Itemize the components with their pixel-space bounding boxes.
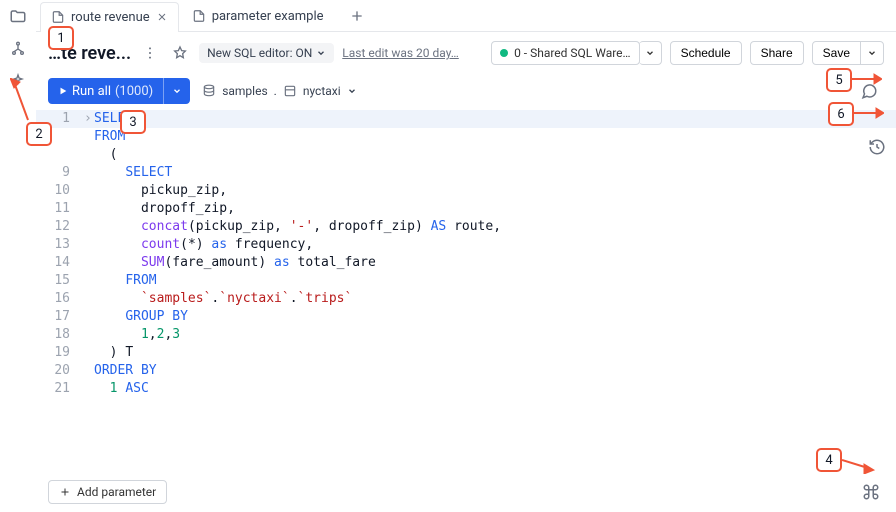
code-line[interactable]: 9 SELECT (36, 164, 896, 182)
line-number: 9 (36, 164, 80, 182)
code-line[interactable]: FROM (36, 128, 896, 146)
code-content: 1,2,3 (80, 326, 180, 344)
bottom-bar: Add parameter (36, 472, 896, 512)
run-label: Run all (72, 84, 111, 99)
code-content: concat(pickup_zip, '-', dropoff_zip) AS … (80, 218, 501, 236)
sparkle-icon[interactable] (9, 72, 27, 90)
toolbar: Run all (1000) samples . nyctaxi (36, 74, 896, 108)
code-line[interactable]: 12 concat(pickup_zip, '-', dropoff_zip) … (36, 218, 896, 236)
line-number: 16 (36, 290, 80, 308)
code-line[interactable]: 10 pickup_zip, (36, 182, 896, 200)
code-content: ›SELECT (80, 110, 141, 128)
structure-icon[interactable] (9, 40, 27, 58)
tab-strip: route revenue parameter example (36, 0, 896, 32)
code-content: FROM (80, 272, 157, 290)
run-all-button[interactable]: Run all (1000) (48, 78, 190, 104)
save-button[interactable]: Save (812, 41, 861, 65)
status-dot-icon (500, 49, 508, 57)
schema-db: samples (222, 84, 267, 98)
code-content: SELECT (80, 164, 172, 182)
star-icon[interactable] (169, 42, 191, 64)
more-menu-icon[interactable] (139, 42, 161, 64)
fold-icon[interactable]: › (84, 110, 94, 128)
code-line[interactable]: 15 FROM (36, 272, 896, 290)
database-icon (202, 84, 216, 98)
line-number: 10 (36, 182, 80, 200)
line-number: 14 (36, 254, 80, 272)
code-content: count(*) as frequency, (80, 236, 313, 254)
code-content: SUM(fare_amount) as total_fare (80, 254, 376, 272)
line-number: 20 (36, 362, 80, 380)
left-rail (0, 0, 36, 512)
code-content: `samples`.`nyctaxi`.`trips` (80, 290, 352, 308)
line-number: 18 (36, 326, 80, 344)
document-icon (51, 10, 65, 24)
code-editor[interactable]: 1›SELECT FROM (9 SELECT10 pickup_zip,11 … (36, 108, 896, 512)
add-parameter-label: Add parameter (77, 485, 156, 499)
schema-separator: . (274, 84, 277, 98)
share-button[interactable]: Share (750, 41, 804, 65)
code-content: pickup_zip, (80, 182, 227, 200)
code-line[interactable]: 1›SELECT (36, 110, 896, 128)
tab-route-revenue[interactable]: route revenue (40, 2, 179, 32)
code-line[interactable]: 21 1 ASC (36, 380, 896, 398)
code-line[interactable]: 13 count(*) as frequency, (36, 236, 896, 254)
schema-table: nyctaxi (303, 84, 341, 98)
add-tab-button[interactable] (343, 2, 371, 30)
run-count: (1000) (115, 84, 153, 99)
code-content: ORDER BY (80, 362, 157, 380)
code-line[interactable]: 18 1,2,3 (36, 326, 896, 344)
main-area: route revenue parameter example …te reve… (36, 0, 896, 512)
code-content: 1 ASC (80, 380, 149, 398)
editor-toggle-label: New SQL editor: ON (207, 46, 312, 60)
code-content: ( (80, 146, 117, 164)
schedule-button[interactable]: Schedule (670, 41, 742, 65)
history-icon[interactable] (866, 136, 888, 158)
line-number: 21 (36, 380, 80, 398)
comments-icon[interactable] (858, 80, 880, 102)
warehouse-label: 0 - Shared SQL Ware… (514, 46, 630, 60)
code-line[interactable]: ( (36, 146, 896, 164)
close-icon[interactable] (156, 11, 168, 23)
line-number: 15 (36, 272, 80, 290)
line-number: 13 (36, 236, 80, 254)
header-bar: …te reve... New SQL editor: ON Last edit… (36, 32, 896, 74)
line-number: 12 (36, 218, 80, 236)
chevron-down-icon (347, 86, 357, 96)
code-content: ) T (80, 344, 133, 362)
line-number: 11 (36, 200, 80, 218)
last-edit-link[interactable]: Last edit was 20 day… (342, 46, 459, 60)
line-number (36, 146, 80, 164)
folder-icon[interactable] (9, 8, 27, 26)
document-icon (192, 9, 206, 23)
page-title: …te reve... (48, 43, 131, 64)
tab-parameter-example[interactable]: parameter example (181, 1, 335, 31)
line-number: 1 (36, 110, 80, 128)
editor-toggle[interactable]: New SQL editor: ON (199, 43, 334, 63)
code-content: dropoff_zip, (80, 200, 235, 218)
warehouse-selector[interactable]: 0 - Shared SQL Ware… (491, 41, 639, 65)
code-line[interactable]: 14 SUM(fare_amount) as total_fare (36, 254, 896, 272)
tab-label: parameter example (212, 9, 324, 24)
save-dropdown[interactable] (860, 41, 884, 65)
warehouse-dropdown[interactable] (639, 41, 662, 65)
line-number: 19 (36, 344, 80, 362)
code-content: FROM (80, 128, 125, 146)
code-line[interactable]: 20 ORDER BY (36, 362, 896, 380)
line-number: 17 (36, 308, 80, 326)
schema-picker[interactable]: samples . nyctaxi (202, 84, 356, 98)
code-content: GROUP BY (80, 308, 188, 326)
schema-icon (283, 84, 297, 98)
keyboard-shortcuts-icon[interactable] (862, 483, 880, 501)
code-line[interactable]: 11 dropoff_zip, (36, 200, 896, 218)
tab-label: route revenue (71, 10, 150, 25)
add-parameter-button[interactable]: Add parameter (48, 480, 167, 504)
code-line[interactable]: 17 GROUP BY (36, 308, 896, 326)
run-dropdown[interactable] (163, 78, 190, 104)
line-number (36, 128, 80, 146)
code-line[interactable]: 19 ) T (36, 344, 896, 362)
code-line[interactable]: 16 `samples`.`nyctaxi`.`trips` (36, 290, 896, 308)
